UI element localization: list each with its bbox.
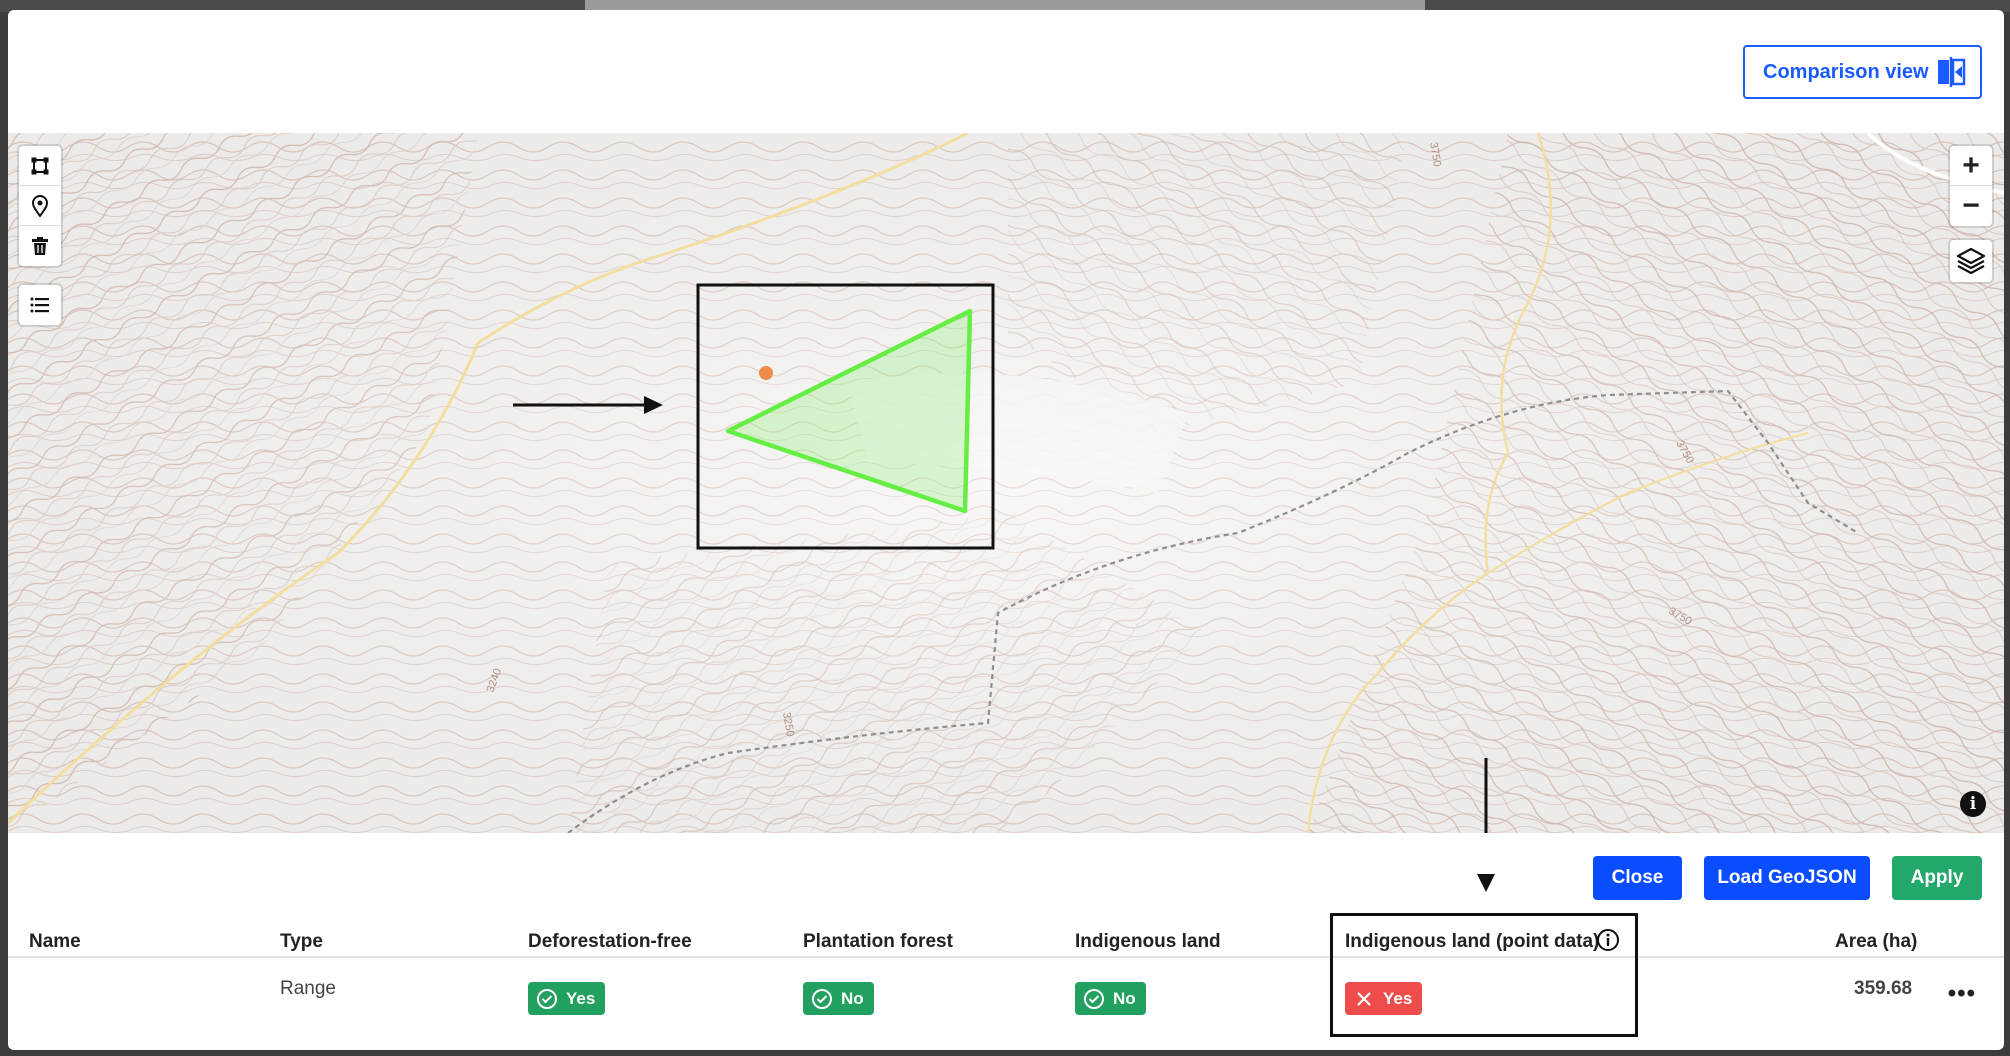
draw-polygon-icon	[31, 157, 49, 174]
topographic-terrain: 3240 3250 3750 3750 3750	[8, 133, 2004, 833]
layer-list-button[interactable]	[19, 285, 61, 325]
list-icon	[30, 297, 49, 313]
map-dialog: Comparison view 3240 3250 3750 3750 3750…	[8, 10, 2004, 1050]
list-toolbar	[19, 285, 61, 325]
badge-label: Yes	[1383, 988, 1413, 1008]
info-icon[interactable]	[1596, 928, 1620, 952]
header-indigenous-land[interactable]: Indigenous land	[1075, 931, 1221, 953]
apply-button[interactable]: Apply	[1892, 856, 1982, 900]
check-circle-icon	[812, 988, 832, 1009]
badge-label: No	[1113, 988, 1136, 1008]
draw-toolbar	[19, 146, 61, 266]
compare-icon	[1938, 57, 1966, 87]
zoom-control: + −	[1950, 146, 1992, 226]
comparison-view-button[interactable]: Comparison view	[1743, 45, 1982, 99]
dialog-header: Comparison view	[8, 10, 2004, 133]
map-attribution-info-button[interactable]: i	[1960, 791, 1986, 817]
indigenous-land-badge: No	[1075, 982, 1146, 1015]
delete-button[interactable]	[19, 226, 61, 266]
draw-polygon-button[interactable]	[19, 146, 61, 186]
comparison-view-label: Comparison view	[1763, 60, 1929, 83]
zoom-in-button[interactable]: +	[1950, 146, 1992, 186]
table-row[interactable]: Range Yes No No Yes 359.68 •••	[8, 958, 2004, 1026]
check-circle-icon	[1084, 988, 1104, 1009]
layers-icon	[1956, 247, 1986, 275]
close-icon	[1357, 991, 1371, 1006]
table-header: Name Type Deforestation-free Plantation …	[8, 910, 2004, 958]
map-canvas[interactable]: 3240 3250 3750 3750 3750 + − i	[8, 133, 2004, 833]
zoom-out-button[interactable]: −	[1950, 186, 1992, 226]
badge-label: No	[841, 988, 864, 1008]
annotation-arrowhead	[1477, 874, 1495, 892]
badge-label: Yes	[566, 988, 596, 1008]
add-marker-button[interactable]	[19, 186, 61, 226]
dialog-actions: Close Load GeoJSON Apply	[1593, 856, 1982, 900]
header-indigenous-land-point-data[interactable]: Indigenous land (point data)	[1345, 931, 1599, 953]
cell-type: Range	[280, 978, 336, 999]
header-deforestation-free[interactable]: Deforestation-free	[528, 931, 692, 953]
plantation-forest-badge: No	[803, 982, 874, 1015]
header-plantation-forest[interactable]: Plantation forest	[803, 931, 953, 953]
header-name[interactable]: Name	[29, 931, 81, 953]
row-more-button[interactable]: •••	[1948, 980, 1976, 1008]
indigenous-land-point-badge: Yes	[1345, 982, 1423, 1015]
header-area[interactable]: Area (ha)	[1835, 931, 1917, 953]
trash-icon	[32, 237, 48, 255]
check-circle-icon	[537, 988, 557, 1009]
point-marker	[759, 366, 773, 380]
close-button[interactable]: Close	[1593, 856, 1682, 900]
map-pin-icon	[31, 194, 49, 217]
cell-area: 359.68	[1854, 978, 1913, 999]
header-type[interactable]: Type	[280, 931, 323, 953]
results-table: Name Type Deforestation-free Plantation …	[8, 910, 2004, 1026]
load-geojson-button[interactable]: Load GeoJSON	[1704, 856, 1870, 900]
deforestation-free-badge: Yes	[528, 982, 606, 1015]
layers-button[interactable]	[1950, 240, 1992, 282]
